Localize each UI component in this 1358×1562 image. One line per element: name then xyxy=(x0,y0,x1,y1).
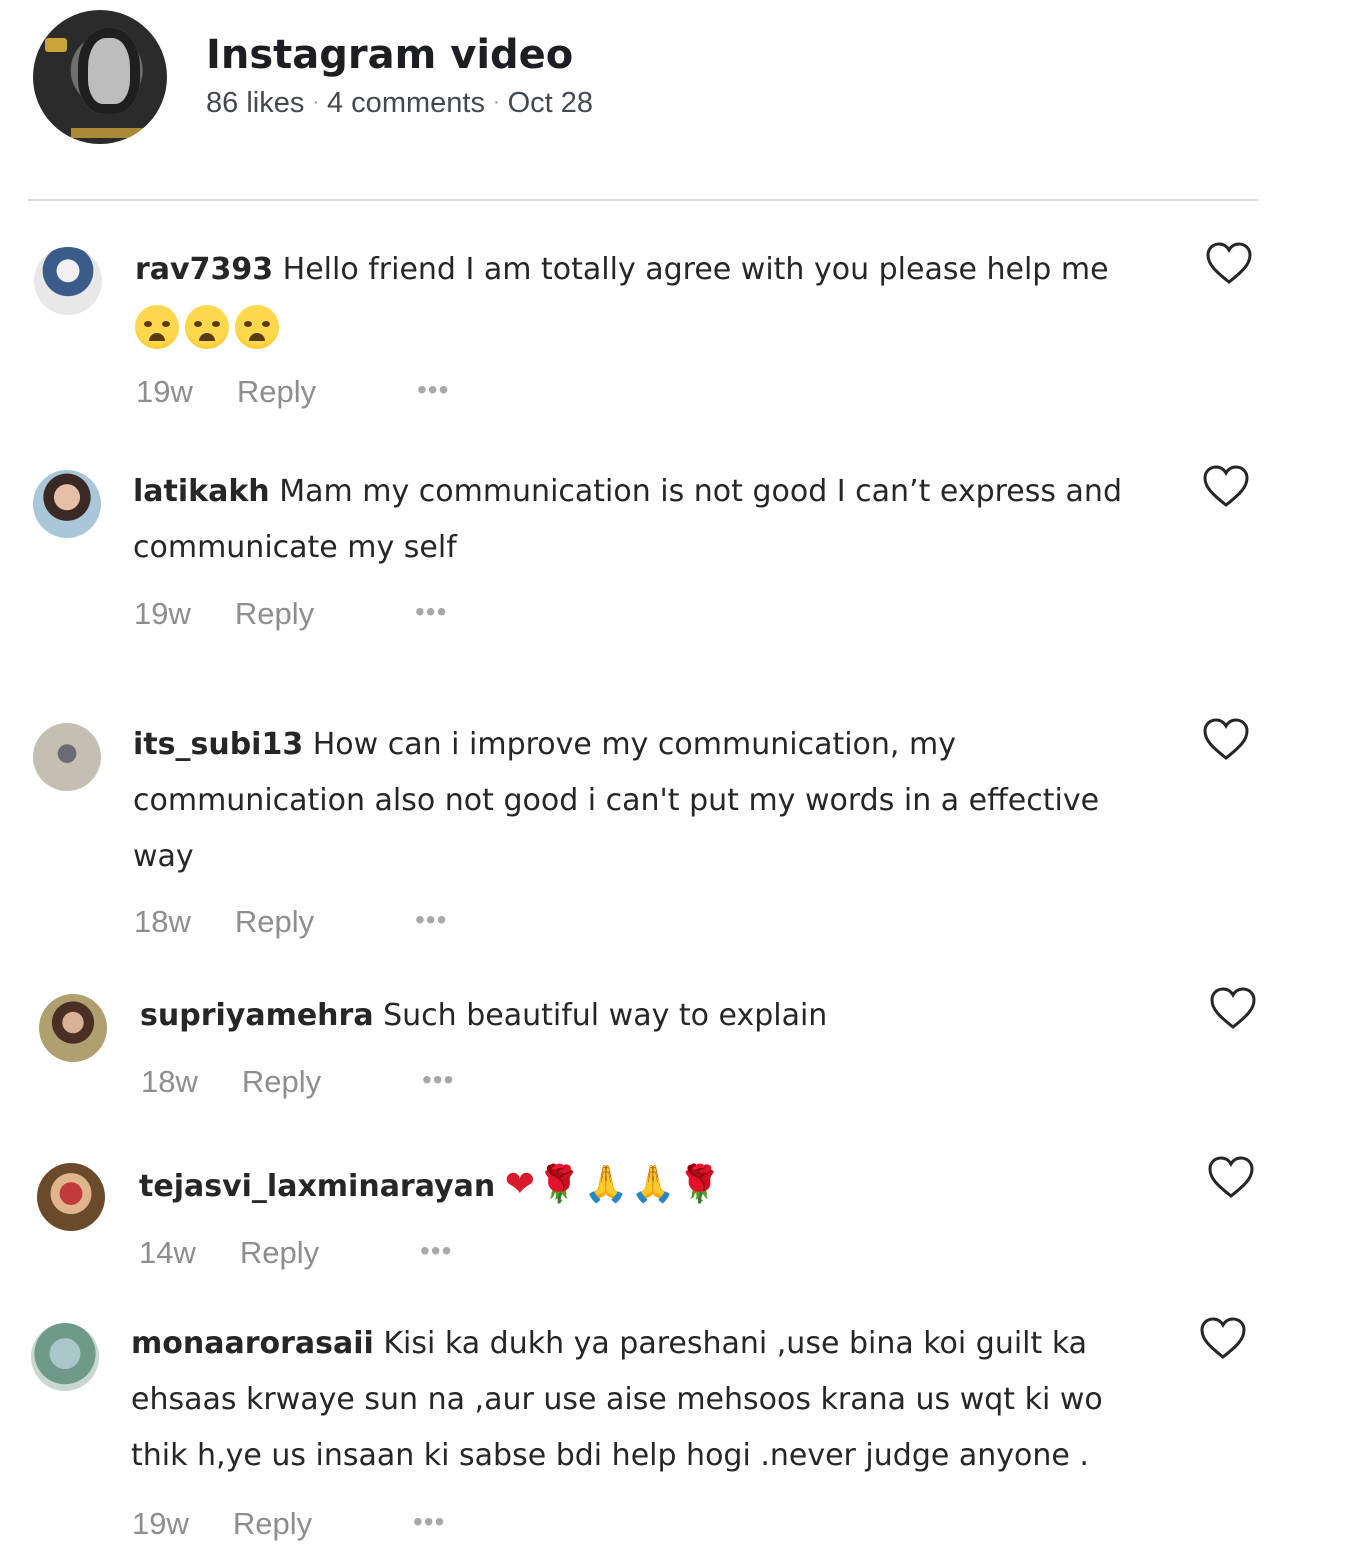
avatar-caption-band xyxy=(71,128,147,138)
post-title[interactable]: Instagram video xyxy=(206,32,573,78)
reply-button[interactable]: Reply xyxy=(235,596,314,631)
comment-age: 19w xyxy=(134,596,191,631)
avatar[interactable] xyxy=(31,1323,99,1391)
comment-text: Such beautiful way to explain xyxy=(383,998,828,1033)
post-author-avatar[interactable] xyxy=(33,10,167,144)
comment-meta: 18w Reply ••• xyxy=(141,1064,453,1100)
crying-face-emoji xyxy=(235,304,279,349)
comment-emojis: ❤🌹🙏🙏🌹 xyxy=(504,1164,725,1205)
avatar[interactable] xyxy=(33,723,101,791)
heart-icon[interactable] xyxy=(1199,1316,1247,1360)
crying-face-emoji xyxy=(185,304,229,349)
comment-username[interactable]: its_subi13 xyxy=(133,727,303,762)
comment-body: latikakh Mam my communication is not goo… xyxy=(133,464,1178,576)
comment-meta: 19w Reply ••• xyxy=(136,374,448,410)
comment-body: its_subi13 How can i improve my communic… xyxy=(133,717,1163,885)
comment-meta: 19w Reply ••• xyxy=(132,1506,444,1542)
heart-icon[interactable] xyxy=(1209,986,1257,1030)
avatar-logo-mark xyxy=(45,38,67,52)
reply-button[interactable]: Reply xyxy=(233,1506,312,1541)
more-options-icon[interactable]: ••• xyxy=(415,904,447,936)
comment-meta: 18w Reply ••• xyxy=(134,904,446,940)
comment-username[interactable]: supriyamehra xyxy=(140,998,374,1033)
comment-age: 14w xyxy=(139,1235,196,1270)
avatar[interactable] xyxy=(34,247,102,315)
comment-age: 18w xyxy=(134,904,191,939)
post-date: Oct 28 xyxy=(507,87,594,119)
post-meta: 86 likes · 4 comments · Oct 28 xyxy=(206,87,593,120)
heart-icon[interactable] xyxy=(1202,464,1250,508)
reply-button[interactable]: Reply xyxy=(240,1235,319,1270)
reply-button[interactable]: Reply xyxy=(235,904,314,939)
heart-icon[interactable] xyxy=(1205,241,1253,285)
more-options-icon[interactable]: ••• xyxy=(417,374,449,406)
reply-button[interactable]: Reply xyxy=(242,1064,321,1099)
likes-count[interactable]: 86 likes xyxy=(206,87,304,119)
comments-count[interactable]: 4 comments xyxy=(327,87,485,119)
avatar[interactable] xyxy=(33,470,101,538)
more-options-icon[interactable]: ••• xyxy=(420,1235,452,1267)
comment-body: rav7393 Hello friend I am totally agree … xyxy=(135,242,1175,354)
comment-meta: 14w Reply ••• xyxy=(139,1235,451,1271)
meta-separator: · xyxy=(312,91,319,113)
comment-body: tejasvi_laxminarayan ❤🌹🙏🙏🌹 xyxy=(139,1157,1179,1215)
comment-username[interactable]: rav7393 xyxy=(135,252,273,287)
more-options-icon[interactable]: ••• xyxy=(422,1064,454,1096)
comment-username[interactable]: tejasvi_laxminarayan xyxy=(139,1169,495,1204)
heart-icon[interactable] xyxy=(1202,717,1250,761)
comment-meta: 19w Reply ••• xyxy=(134,596,446,632)
more-options-icon[interactable]: ••• xyxy=(415,596,447,628)
comment-age: 18w xyxy=(141,1064,198,1099)
comment-body: supriyamehra Such beautiful way to expla… xyxy=(140,988,1170,1044)
avatar[interactable] xyxy=(39,994,107,1062)
comment-age: 19w xyxy=(132,1506,189,1541)
comment-body: monaarorasaii Kisi ka dukh ya pareshani … xyxy=(131,1316,1161,1484)
comment-age: 19w xyxy=(136,374,193,409)
comment-username[interactable]: monaarorasaii xyxy=(131,1326,374,1361)
more-options-icon[interactable]: ••• xyxy=(413,1506,445,1538)
comment-username[interactable]: latikakh xyxy=(133,474,270,509)
comment-text: Mam my communication is not good I can’t… xyxy=(133,474,1122,565)
comment-text: Hello friend I am totally agree with you… xyxy=(282,252,1109,287)
avatar[interactable] xyxy=(37,1163,105,1231)
header-divider xyxy=(28,199,1258,201)
post-header: Instagram video 86 likes · 4 comments · Oct … xyxy=(0,0,1358,200)
reply-button[interactable]: Reply xyxy=(237,374,316,409)
heart-icon[interactable] xyxy=(1207,1155,1255,1199)
meta-separator: · xyxy=(492,91,500,113)
avatar-photo xyxy=(78,28,140,114)
crying-face-emoji xyxy=(135,304,179,349)
